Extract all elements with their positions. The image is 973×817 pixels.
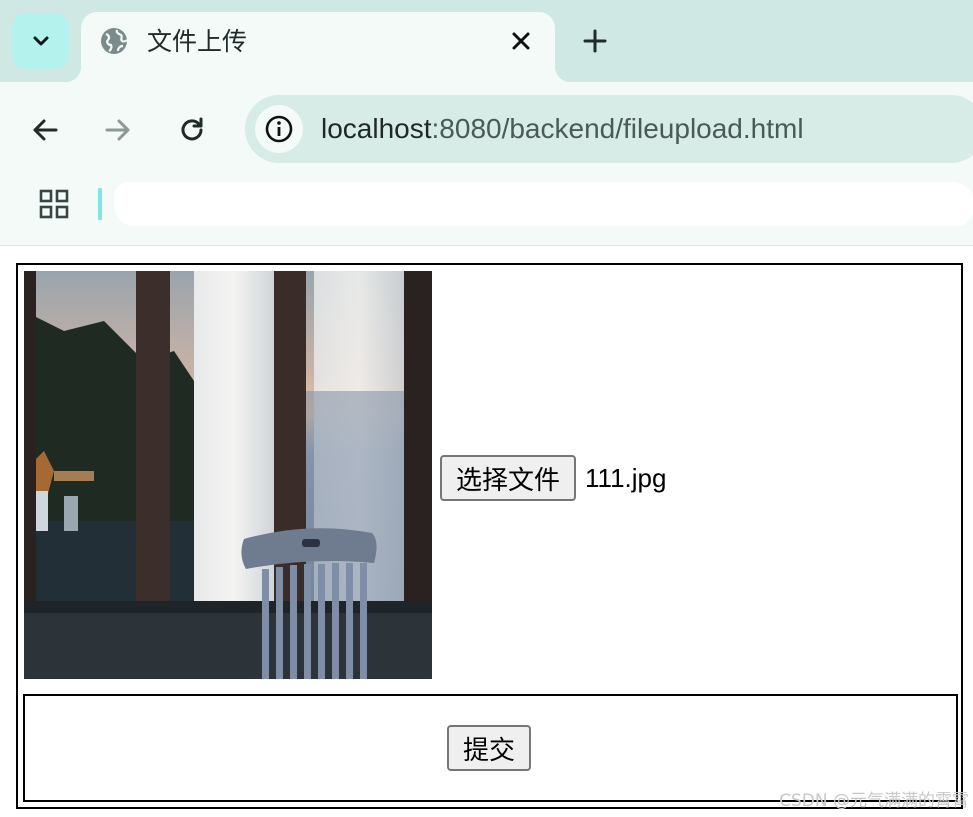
back-button[interactable] <box>25 110 65 150</box>
watermark-text: CSDN @元气满满的霄霄 <box>779 791 969 811</box>
chevron-down-icon <box>33 36 48 46</box>
tab-close-button[interactable] <box>505 25 537 57</box>
tab-active[interactable]: 文件上传 <box>65 12 571 84</box>
preview-photo <box>24 271 432 679</box>
upload-form-table: 选择文件 111.jpg 提交 <box>16 263 963 809</box>
bookmarks-bar <box>0 178 973 234</box>
forward-arrow-icon <box>105 119 130 141</box>
url-host: localhost <box>321 113 432 144</box>
page-content: 选择文件 111.jpg 提交 CSDN @元气满满的霄霄 <box>0 247 973 817</box>
address-bar[interactable]: localhost:8080/backend/fileupload.html <box>245 95 973 163</box>
url-text: localhost:8080/backend/fileupload.html <box>321 113 804 145</box>
reload-button[interactable] <box>172 110 212 150</box>
file-input-row: 选择文件 111.jpg <box>440 455 666 501</box>
site-info-button[interactable] <box>255 105 303 153</box>
redacted-bookmarks <box>114 182 973 226</box>
bookmarks-separator <box>98 188 102 220</box>
info-icon <box>265 115 293 143</box>
tab-strip: 文件上传 <box>0 0 973 84</box>
image-preview <box>24 271 432 679</box>
tab-title: 文件上传 <box>147 28 248 56</box>
back-arrow-icon <box>33 119 58 141</box>
selected-file-name: 111.jpg <box>585 462 667 493</box>
reload-icon <box>181 117 203 141</box>
apps-grid-icon <box>39 189 69 219</box>
forward-button[interactable] <box>98 110 138 150</box>
browser-chrome: 文件上传 localhost:8080/backend/fileupload.h… <box>0 0 973 246</box>
close-icon <box>512 32 530 50</box>
tab-search-button[interactable] <box>12 13 69 69</box>
browser-toolbar: localhost:8080/backend/fileupload.html <box>0 82 973 246</box>
apps-button[interactable] <box>34 184 74 224</box>
new-tab-button[interactable] <box>578 24 612 58</box>
plus-icon <box>583 29 607 53</box>
url-path: :8080/backend/fileupload.html <box>431 113 804 144</box>
globe-icon <box>101 28 128 54</box>
choose-file-button[interactable]: 选择文件 <box>440 455 577 501</box>
submit-button[interactable]: 提交 <box>447 725 532 771</box>
